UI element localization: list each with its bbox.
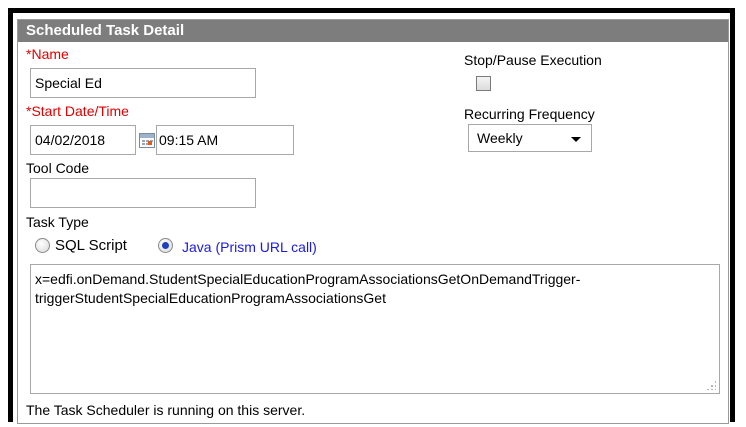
start-time-value: 09:15 AM xyxy=(159,132,219,148)
task-content-textarea[interactable]: x=edfi.onDemand.StudentSpecialEducationP… xyxy=(30,264,720,394)
java-prism-radio[interactable] xyxy=(158,238,173,253)
stop-pause-label: Stop/Pause Execution xyxy=(464,52,602,68)
start-datetime-label-text: Start Date/Time xyxy=(31,103,129,119)
chevron-down-icon xyxy=(571,137,581,142)
scheduler-status-text: The Task Scheduler is running on this se… xyxy=(26,402,306,418)
stop-pause-checkbox[interactable] xyxy=(476,76,491,91)
task-content-value: x=edfi.onDemand.StudentSpecialEducationP… xyxy=(35,271,581,306)
java-prism-label[interactable]: Java (Prism URL call) xyxy=(182,239,317,255)
name-input-value: Special Ed xyxy=(35,75,102,91)
name-label: *Name xyxy=(26,46,69,62)
recurring-frequency-value: Weekly xyxy=(477,130,523,146)
tool-code-input[interactable] xyxy=(30,178,256,208)
panel-header: Scheduled Task Detail xyxy=(18,20,728,42)
start-date-input[interactable]: 04/02/2018 xyxy=(30,125,136,155)
scheduled-task-panel: Scheduled Task Detail *Name Special Ed *… xyxy=(17,19,729,424)
start-time-input[interactable]: 09:15 AM xyxy=(156,125,294,155)
task-type-label: Task Type xyxy=(26,214,89,230)
resize-grip-icon[interactable] xyxy=(706,380,716,390)
name-label-text: Name xyxy=(31,46,69,62)
start-datetime-label: *Start Date/Time xyxy=(26,103,129,119)
sql-script-radio[interactable] xyxy=(35,238,50,253)
recurring-frequency-label: Recurring Frequency xyxy=(464,106,595,122)
calendar-icon[interactable] xyxy=(139,133,155,148)
tool-code-label: Tool Code xyxy=(26,160,90,176)
recurring-frequency-select[interactable]: Weekly xyxy=(468,124,592,152)
sql-script-label[interactable]: SQL Script xyxy=(55,238,127,254)
name-input[interactable]: Special Ed xyxy=(30,68,256,98)
start-date-value: 04/02/2018 xyxy=(35,132,106,148)
